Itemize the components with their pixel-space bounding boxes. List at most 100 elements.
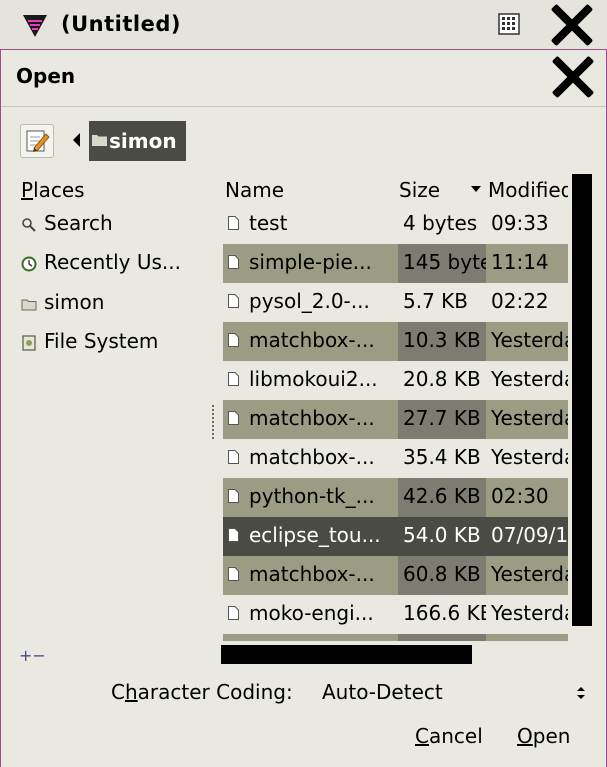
file-size: 54.0 KB [403,523,481,547]
file-icon [228,489,239,503]
file-size: 27.7 KB [403,406,481,430]
table-row[interactable]: pysol_2.0-... 5.7 KB 02:22 [223,283,568,322]
file-name: matchbox-... [249,328,375,352]
keyboard-icon[interactable] [497,12,521,36]
file-icon [228,528,239,542]
character-coding-select[interactable]: Auto-Detect [322,680,443,704]
file-size: 42.6 KB [403,484,481,508]
pencil-icon [26,130,50,152]
place-recently-used[interactable]: Recently Us... [21,248,211,278]
file-name: moko-engi... [249,601,374,625]
open-button[interactable]: Open [517,724,570,748]
place-simon[interactable]: simon [21,288,211,318]
file-modified: 11:14 [491,250,549,274]
file-list-horizontal-scrollbar[interactable] [221,645,472,664]
table-row[interactable]: matchbox-... 60.8 KB Yesterday [223,556,568,595]
folder-icon [21,299,37,311]
file-size: 5.7 KB [403,289,468,313]
file-modified: 02:22 [491,289,549,313]
path-button-simon[interactable]: simon [89,121,186,161]
file-modified: 02:30 [491,484,549,508]
table-row[interactable]: test 4 bytes 09:33 [223,205,568,244]
window-title: (Untitled) [61,12,181,36]
file-icon [228,372,239,386]
place-label: File System [44,329,159,353]
file-icon [228,294,239,308]
file-modified: 09:33 [491,211,549,235]
table-row[interactable]: simple-pie... 145 bytes 11:14 [223,244,568,283]
file-list-vertical-scrollbar[interactable] [572,174,592,626]
file-icon [228,255,239,269]
add-place-button[interactable]: + [19,646,32,665]
folder-icon [92,135,107,146]
dialog-close-icon[interactable] [549,54,595,100]
file-size: 10.3 KB [403,328,481,352]
file-size: 35.4 KB [403,445,481,469]
search-icon [22,218,36,232]
file-list: test 4 bytes 09:33 simple-pie... 145 byt… [223,205,568,641]
file-icon [228,333,239,347]
places-header: Places [21,178,85,202]
table-row[interactable]: matchbox-... 35.4 KB Yesterday [223,439,568,478]
pane-splitter-handle[interactable] [212,405,214,439]
place-label: Search [44,211,113,235]
file-name: python-tk_... [249,484,375,508]
file-name: test [249,211,288,235]
file-size: 4 bytes [403,211,478,235]
table-row[interactable]: matchbox-... 10.3 KB Yesterday [223,322,568,361]
file-name: libmokoui2... [249,367,378,391]
place-search[interactable]: Search [21,209,211,239]
table-row[interactable]: libmokoui2... 20.8 KB Yesterday [223,361,568,400]
recent-icon [21,256,37,272]
path-back-arrow-icon[interactable] [73,133,80,147]
places-add-remove: +− [19,646,46,665]
sort-descending-icon [471,186,481,192]
file-modified: Yesterday [491,562,568,586]
file-name: eclipse_tou... [249,523,381,547]
select-arrows-icon[interactable] [576,686,586,700]
window-close-icon[interactable] [548,2,594,48]
file-name: matchbox-... [249,406,375,430]
character-coding-label: Character Coding: [111,680,293,704]
file-size: 166.6 KB [403,601,486,625]
table-row[interactable]: python-tk_... 42.6 KB 02:30 [223,478,568,517]
file-icon [228,567,239,581]
cancel-button[interactable]: Cancel [415,724,483,748]
column-header-size[interactable]: Size [399,178,440,202]
table-row[interactable]: matchbox-... 27.7 KB Yesterday [223,400,568,439]
file-modified: Yesterday [491,406,568,430]
file-size: 60.8 KB [403,562,481,586]
path-button-label: simon [109,129,177,153]
table-row[interactable]: moko-engi... 166.6 KB Yesterday [223,595,568,634]
file-modified: Yesterday [491,328,568,352]
place-file-system[interactable]: File System [21,327,211,357]
file-icon [228,606,239,620]
place-label: Recently Us... [44,250,182,274]
remove-place-button[interactable]: − [32,646,45,665]
file-modified: Yesterday [491,445,568,469]
file-modified: 07/09/1 [491,523,568,547]
type-location-button[interactable] [20,124,54,158]
table-row-selected[interactable]: eclipse_tou... 54.0 KB 07/09/1 [223,517,568,556]
file-size: 145 bytes [403,250,486,274]
column-header-name[interactable]: Name [225,178,284,202]
app-menu-icon[interactable] [22,13,48,39]
drive-icon [22,335,36,351]
file-icon [228,216,239,230]
file-name: pysol_2.0-... [249,289,370,313]
file-size: 20.8 KB [403,367,481,391]
divider [1,106,606,107]
file-name: simple-pie... [249,250,372,274]
file-icon [228,411,239,425]
dialog-title: Open [16,64,76,88]
file-modified: Yesterday [491,601,568,625]
file-modified: Yesterday [491,367,568,391]
file-icon [228,450,239,464]
open-dialog: Open simon Places Search Recently Us... [0,49,607,767]
window-titlebar: (Untitled) [0,0,607,50]
table-row-partial[interactable] [223,634,568,641]
file-name: matchbox-... [249,445,375,469]
column-header-modified[interactable]: Modified [488,178,568,202]
place-label: simon [44,290,105,314]
file-name: matchbox-... [249,562,375,586]
